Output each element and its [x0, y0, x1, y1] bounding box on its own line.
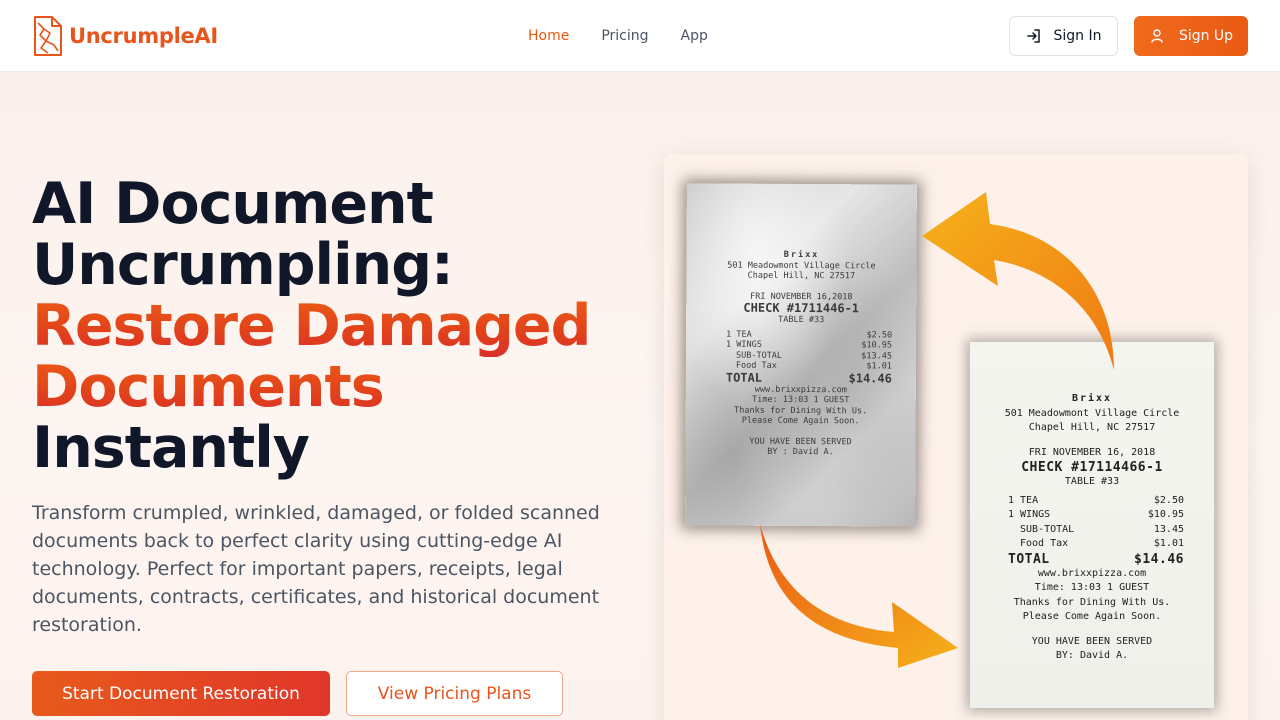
- receipt-total-value: $14.46: [848, 370, 892, 385]
- nav-link-pricing[interactable]: Pricing: [601, 28, 648, 44]
- start-restoration-button[interactable]: Start Document Restoration: [32, 671, 330, 716]
- crumpled-document-logo-icon: [34, 16, 62, 56]
- receipt-line-label: SUB-TOTAL: [1020, 523, 1075, 535]
- sign-in-label: Sign In: [1053, 28, 1102, 44]
- login-icon: [1026, 29, 1040, 43]
- receipt-total: TOTAL $14.46: [686, 370, 916, 385]
- receipt-line-price: $2.50: [866, 329, 893, 340]
- receipt-total-value: $14.46: [1134, 551, 1184, 567]
- receipt-time: Time: 13:03 1 GUEST: [1034, 582, 1150, 593]
- receipt-line-price: 13.45: [1153, 523, 1184, 535]
- top-navbar: UncrumpleAI Home Pricing App Sign In Sig…: [0, 0, 1280, 72]
- receipt-name: Brixx: [1071, 393, 1113, 404]
- arrow-down-right-icon: [760, 524, 958, 668]
- receipt-line-price: $10.95: [861, 340, 893, 351]
- view-pricing-button[interactable]: View Pricing Plans: [346, 671, 563, 716]
- receipt-served: BY : David A.: [767, 446, 834, 458]
- receipt-line-label: 1 TEA: [726, 329, 752, 340]
- receipt-line-label: 1 WINGS: [726, 339, 762, 350]
- receipt-check: CHECK #17114466-1: [1021, 460, 1163, 475]
- hero-title: AI Document Uncrumpling: Restore Damaged…: [32, 174, 632, 479]
- receipt-line-label: 1 WINGS: [1008, 509, 1051, 520]
- receipt-line: SUB-TOTAL 13.45: [970, 523, 1214, 538]
- receipt-served: BY: David A.: [1055, 650, 1129, 661]
- hero-title-accent-line: Restore Damaged: [32, 296, 632, 357]
- hero-description: Transform crumpled, wrinkled, damaged, o…: [32, 502, 600, 636]
- receipt-line: 1 TEA $2.50: [970, 494, 1214, 509]
- sign-up-button[interactable]: Sign Up: [1134, 16, 1248, 56]
- receipt-date: FRI NOVEMBER 16, 2018: [1028, 446, 1156, 458]
- receipt-address: 501 Meadowmont Village Circle: [1004, 407, 1180, 419]
- receipt-thanks: Thanks for Dining With Us.: [1013, 596, 1171, 608]
- receipt-line: Food Tax $1.01: [970, 537, 1214, 552]
- receipt-check: CHECK #1711446-1: [743, 300, 860, 316]
- receipt-line-price: $13.45: [861, 350, 893, 361]
- receipt-total-label: TOTAL: [1008, 551, 1050, 567]
- receipt-line: 1 WINGS $10.95: [970, 508, 1214, 523]
- receipt-total: TOTAL $14.46: [970, 552, 1214, 567]
- user-icon: [1151, 29, 1163, 43]
- receipt-line-label: SUB-TOTAL: [735, 350, 783, 361]
- sign-in-button[interactable]: Sign In: [1009, 16, 1118, 56]
- receipt-line-price: $2.50: [1153, 494, 1184, 506]
- receipt-total-label: TOTAL: [725, 370, 763, 385]
- receipt-line-price: $1.01: [1153, 538, 1184, 549]
- before-after-illustration: Brixx 501 Meadowmont Village Circle Chap…: [664, 154, 1248, 720]
- receipt-address: Chapel Hill, NC 27517: [1028, 422, 1156, 433]
- sign-up-label: Sign Up: [1178, 28, 1234, 44]
- hero-title-line: Instantly: [32, 415, 310, 481]
- brand-logo[interactable]: UncrumpleAI: [32, 15, 218, 57]
- receipt-line-label: Food Tax: [1020, 538, 1069, 549]
- hero-title-accent-line: Documents: [32, 357, 632, 418]
- brand-name: UncrumpleAI: [69, 24, 218, 48]
- hero-title-line: AI Document: [32, 171, 434, 237]
- hero-title-line: Uncrumpling:: [32, 232, 454, 298]
- receipt-line-price: $10.95: [1147, 509, 1184, 520]
- receipt-line-label: 1 TEA: [1008, 494, 1039, 506]
- nav-link-home[interactable]: Home: [528, 28, 569, 44]
- arrow-up-left-icon: [922, 192, 1114, 370]
- main-nav: Home Pricing App: [528, 0, 740, 72]
- receipt-thanks: Please Come Again Soon.: [1022, 611, 1162, 622]
- receipt-served: YOU HAVE BEEN SERVED: [1031, 635, 1153, 647]
- receipt-website: www.brixxpizza.com: [1037, 567, 1147, 579]
- receipt-table: TABLE #33: [1064, 476, 1120, 487]
- crumpled-receipt-image: Brixx 501 Meadowmont Village Circle Chap…: [685, 183, 917, 527]
- nav-link-app[interactable]: App: [681, 28, 708, 44]
- restored-receipt-image: Brixx 501 Meadowmont Village Circle Chap…: [970, 342, 1214, 708]
